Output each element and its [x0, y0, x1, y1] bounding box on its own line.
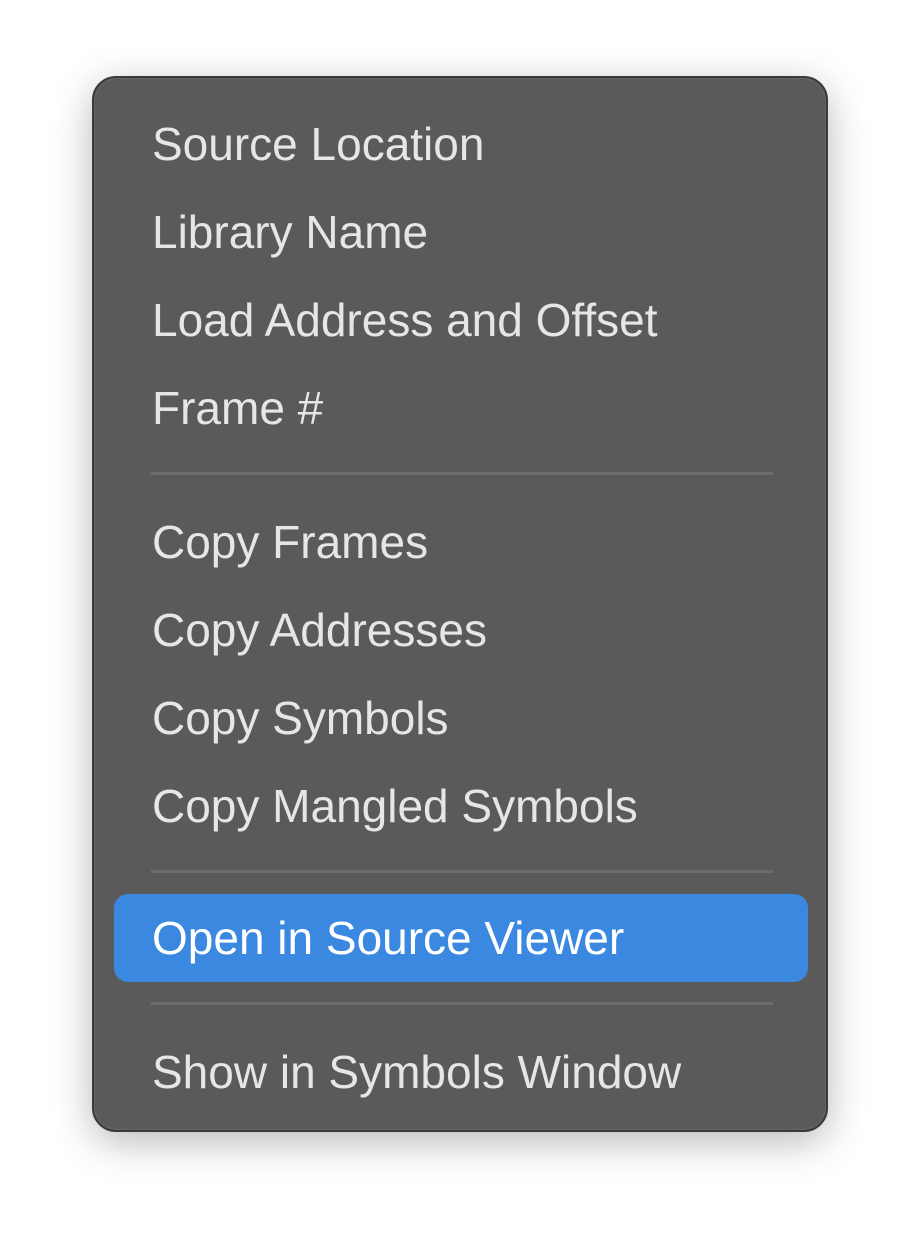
- menu-separator: [151, 1002, 773, 1005]
- menu-separator: [151, 870, 773, 873]
- menu-item-load-address-and-offset[interactable]: Load Address and Offset: [114, 276, 808, 364]
- menu-item-source-location[interactable]: Source Location: [114, 100, 808, 188]
- menu-item-library-name[interactable]: Library Name: [114, 188, 808, 276]
- menu-separator: [151, 472, 773, 475]
- menu-item-open-in-source-viewer[interactable]: Open in Source Viewer: [114, 894, 808, 982]
- menu-item-copy-mangled-symbols[interactable]: Copy Mangled Symbols: [114, 762, 808, 850]
- menu-item-copy-symbols[interactable]: Copy Symbols: [114, 674, 808, 762]
- menu-item-copy-frames[interactable]: Copy Frames: [114, 498, 808, 586]
- menu-item-copy-addresses[interactable]: Copy Addresses: [114, 586, 808, 674]
- menu-item-show-in-symbols-window[interactable]: Show in Symbols Window: [114, 1028, 808, 1116]
- menu-item-frame-number[interactable]: Frame #: [114, 364, 808, 452]
- context-menu: Source Location Library Name Load Addres…: [92, 76, 828, 1132]
